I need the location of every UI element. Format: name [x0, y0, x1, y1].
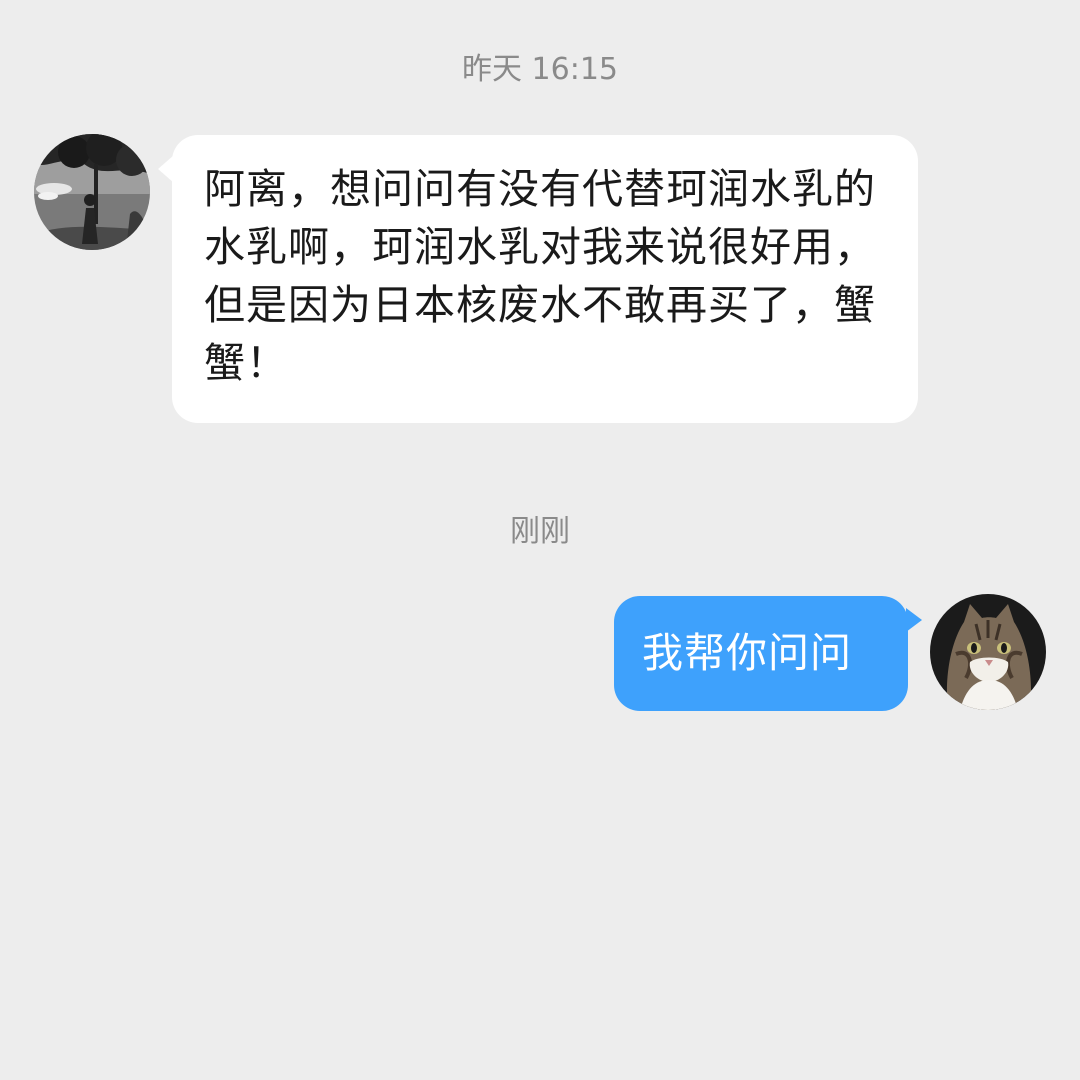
- outgoing-message-bubble[interactable]: 我帮你问问: [614, 596, 922, 711]
- timestamp: 刚刚: [510, 514, 570, 549]
- message-text: 我帮你问问: [642, 629, 852, 677]
- incoming-message-bubble[interactable]: 阿离，想问问有没有代替珂润水乳的水乳啊，珂润水乳对我来说很好用，但是因为日本核废…: [158, 135, 918, 423]
- self-avatar[interactable]: [930, 594, 1046, 710]
- timestamp: 昨天 16:15: [462, 52, 618, 87]
- message-text: 阿离，想问问有没有代替珂润水乳的水乳啊，珂润水乳对我来说很好用，但是因为日本核废…: [204, 165, 876, 387]
- contact-avatar[interactable]: [34, 134, 150, 250]
